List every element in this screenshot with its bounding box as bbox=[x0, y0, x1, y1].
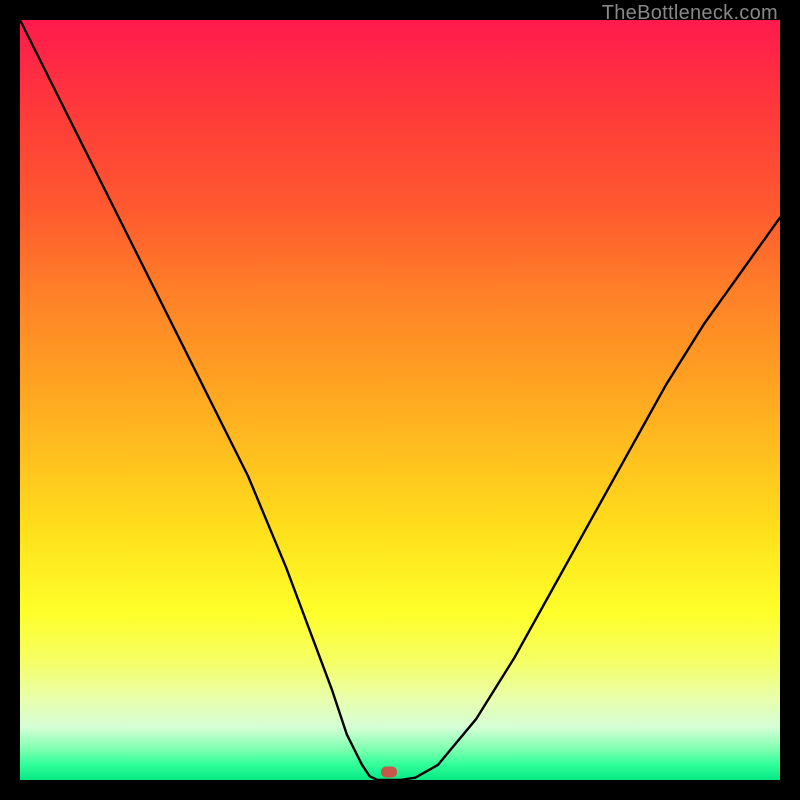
minimum-marker bbox=[381, 767, 397, 778]
plot-area bbox=[20, 20, 780, 780]
bottleneck-curve bbox=[20, 20, 780, 780]
chart-frame: TheBottleneck.com bbox=[0, 0, 800, 800]
